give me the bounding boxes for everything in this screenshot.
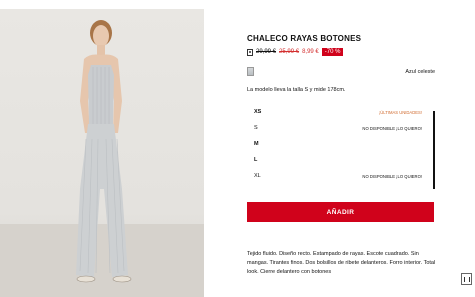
size-label: M bbox=[254, 141, 259, 147]
size-list-scrollbar[interactable] bbox=[433, 111, 435, 189]
size-option-xs[interactable]: XS ¡ÚLTIMAS UNIDADES! bbox=[254, 107, 432, 117]
size-option-m[interactable]: M bbox=[254, 139, 432, 149]
size-option-xl[interactable]: XL NO DISPONIBLE ¡LO QUIERO! bbox=[254, 171, 432, 181]
discount-badge: -70 % bbox=[321, 48, 344, 56]
chat-icon[interactable] bbox=[461, 273, 472, 285]
model-size-info: La modelo lleva la talla S y mide 178cm. bbox=[247, 87, 346, 93]
size-status: NO DISPONIBLE ¡LO QUIERO! bbox=[362, 126, 422, 131]
previous-price: 25,99 € bbox=[279, 49, 300, 55]
product-photo[interactable] bbox=[0, 9, 204, 297]
price-row: 29,99 € 25,99 € 8,99 € -70 % bbox=[247, 47, 344, 57]
size-label: S bbox=[254, 125, 258, 131]
size-label: L bbox=[254, 157, 258, 163]
original-price: 29,99 € bbox=[256, 49, 277, 55]
price-tag-icon bbox=[247, 48, 253, 56]
size-status: NO DISPONIBLE ¡LO QUIERO! bbox=[362, 174, 422, 179]
product-description: Tejido fluido. Diseño recto. Estampado d… bbox=[247, 251, 436, 275]
size-option-l[interactable]: L bbox=[254, 155, 432, 165]
size-label: XS bbox=[254, 109, 262, 115]
size-label: XL bbox=[254, 173, 261, 179]
color-selector: Azul celeste bbox=[247, 67, 435, 77]
model-illustration bbox=[0, 20, 204, 297]
current-price: 8,99 € bbox=[302, 49, 319, 55]
size-option-s[interactable]: S NO DISPONIBLE ¡LO QUIERO! bbox=[254, 123, 432, 133]
color-swatch[interactable] bbox=[247, 67, 254, 76]
size-list: XS ¡ÚLTIMAS UNIDADES! S NO DISPONIBLE ¡L… bbox=[247, 103, 435, 190]
color-name: Azul celeste bbox=[405, 69, 435, 75]
product-title: CHALECO RAYAS BOTONES bbox=[247, 34, 362, 43]
add-to-cart-button[interactable]: AÑADIR bbox=[247, 202, 434, 222]
size-status: ¡ÚLTIMAS UNIDADES! bbox=[378, 110, 422, 115]
